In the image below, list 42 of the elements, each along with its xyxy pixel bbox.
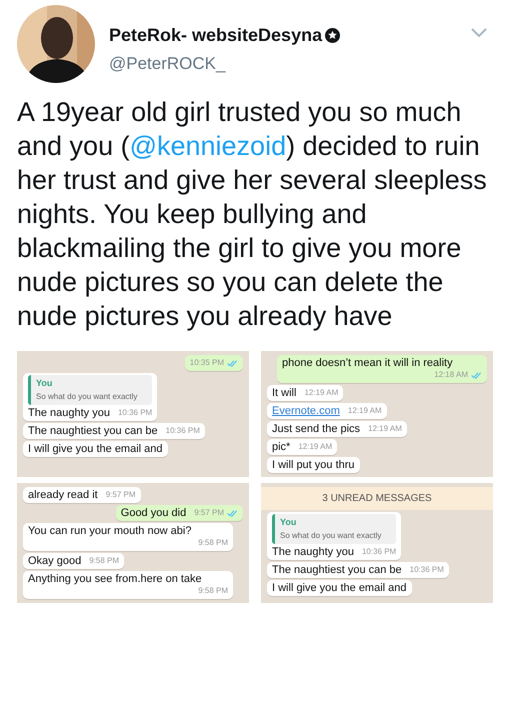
message-text: I will put you thru <box>272 459 355 471</box>
message-time: 12:19 AM <box>304 387 338 399</box>
message-text: phone doesn’t mean it will in reality <box>282 357 454 369</box>
message-time: 9:58 PM <box>89 555 119 567</box>
message-time: 12:19 AM <box>368 423 402 435</box>
message-text: Good you did <box>120 507 186 519</box>
message-time: 12:19 AM <box>298 441 332 453</box>
message-text: I will give you the email and <box>272 582 407 594</box>
unread-messages-banner: 3 UNREAD MESSAGES <box>261 487 493 510</box>
quote-text: So what do you want exactly <box>280 530 382 542</box>
message-text: Just send the pics <box>272 423 360 435</box>
mention-link[interactable]: @kenniezoid <box>130 131 286 161</box>
chevron-down-icon[interactable] <box>471 28 487 38</box>
message-text: The naughty you <box>272 546 354 558</box>
message-text: The naughtiest you can be <box>28 424 158 436</box>
author-name[interactable]: PeteRok- websiteDesyna <box>109 22 322 49</box>
quote-author: You <box>36 377 54 390</box>
author-handle[interactable]: @PeterROCK_ <box>109 51 471 76</box>
message-time: 10:35 PM <box>190 357 224 369</box>
message-text: You can run your mouth now abi? <box>28 525 192 537</box>
message-text: Anything you see from.here on take <box>28 573 203 585</box>
message-time: 9:57 PM <box>194 507 224 519</box>
message-text: It will <box>272 387 296 399</box>
message-time: 10:36 PM <box>166 424 200 436</box>
message-time: 9:58 PM <box>198 537 228 549</box>
message-text: pic* <box>272 441 290 453</box>
message-time: 10:36 PM <box>410 564 444 576</box>
message-text: already read it <box>28 489 98 501</box>
message-text: The naughtiest you can be <box>272 564 402 576</box>
message-time: 12:18 AM <box>434 369 468 381</box>
tweet-text: A 19year old girl trusted you so much and you (@kenniezoid) decided to ruin her trust and give her several sleepless nights. You keep bullying and blackmailing the girl to give you more nude pictures so you can delete the nude pictures you already have <box>17 96 488 333</box>
message-time: 10:36 PM <box>362 546 396 558</box>
quote-author: You <box>280 516 298 529</box>
message-time: 10:36 PM <box>118 406 152 418</box>
message-time: 9:58 PM <box>198 585 228 597</box>
message-text: Okay good <box>28 555 82 567</box>
message-time: 12:19 AM <box>348 405 382 417</box>
message-time: 9:57 PM <box>106 489 136 501</box>
message-link[interactable]: Evernote.com <box>272 405 340 417</box>
quote-text: So what do you want exactly <box>36 390 138 402</box>
message-text: I will give you the email and <box>28 442 163 454</box>
message-text: The naughty you <box>28 406 110 418</box>
